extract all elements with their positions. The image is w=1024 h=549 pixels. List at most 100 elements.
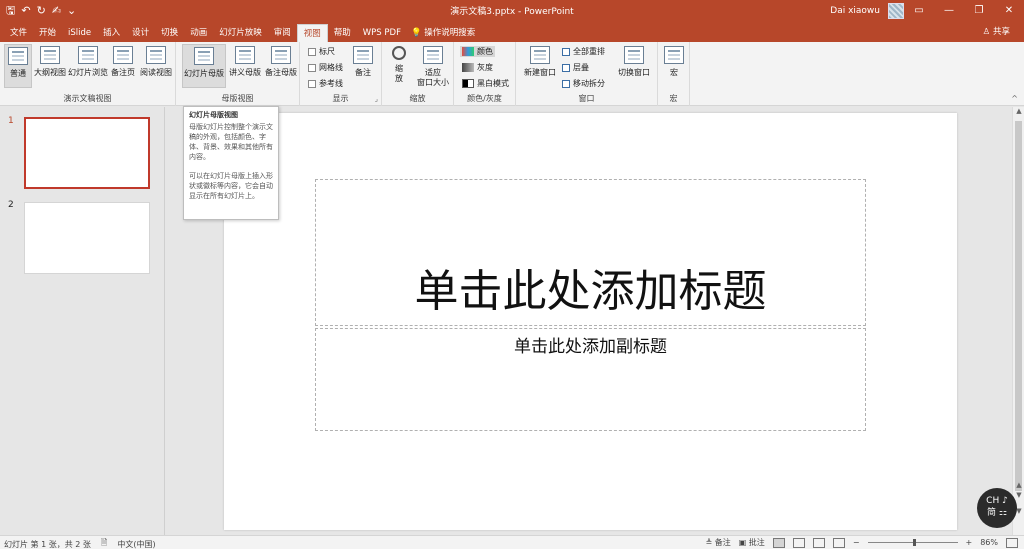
tab-wps-pdf[interactable]: WPS PDF: [357, 24, 407, 42]
scroll-up-icon[interactable]: ▲: [1013, 107, 1024, 117]
ribbon-display-options-icon[interactable]: ▭: [904, 0, 934, 22]
slide-canvas[interactable]: 单击此处添加标题 单击此处添加副标题: [224, 113, 957, 530]
notes-page-icon: [113, 46, 133, 64]
color-label: 颜色: [477, 47, 493, 56]
share-button[interactable]: ♙ 共享: [983, 25, 1010, 37]
zoom-slider-thumb[interactable]: [912, 539, 916, 546]
handout-master-button[interactable]: 讲义母版: [228, 44, 262, 88]
fit-slide-icon[interactable]: [1006, 537, 1018, 548]
outline-view-icon: [40, 46, 60, 64]
reading-view-button[interactable]: 阅读视图: [139, 44, 173, 88]
minimize-button[interactable]: —: [934, 0, 964, 22]
color-swatch-icon: [462, 47, 474, 56]
guides-checkbox[interactable]: 参考线: [308, 78, 343, 89]
tab-islide[interactable]: iSlide: [62, 24, 97, 42]
status-bar: 幻灯片 第 1 张，共 2 张 🗎 中文(中国) ≜ 备注 ▣ 批注 − + 8…: [0, 535, 1024, 549]
user-name[interactable]: Dai xiaowu: [830, 6, 880, 16]
slide-thumbnail-1[interactable]: [24, 117, 150, 189]
macros-icon: [664, 46, 684, 64]
grayscale-option[interactable]: 灰度: [462, 62, 493, 73]
tab-insert[interactable]: 插入: [97, 24, 126, 42]
dialog-launcher-icon[interactable]: ⌟: [375, 95, 378, 103]
ime-indicator[interactable]: CH ♪ 简 ⚏: [977, 488, 1017, 528]
vertical-scrollbar[interactable]: ▲ ▲ ▼ ▼: [1012, 107, 1024, 535]
slide-counter: 幻灯片 第 1 张，共 2 张: [4, 539, 91, 549]
language-indicator[interactable]: 中文(中国): [117, 539, 155, 549]
status-right: ≜ 备注 ▣ 批注 − + 86%: [705, 537, 1018, 548]
tooltip-paragraph: 母版幻灯片控制整个演示文稿的外观，包括颜色、字体、背景、效果和其他所有内容。: [189, 123, 273, 161]
tab-home[interactable]: 开始: [33, 24, 62, 42]
cascade-button[interactable]: 层叠: [562, 62, 589, 73]
black-white-swatch-icon: [462, 79, 474, 88]
tab-view[interactable]: 视图: [296, 24, 328, 42]
tab-design[interactable]: 设计: [126, 24, 155, 42]
fit-to-window-button[interactable]: 适应 窗口大小: [414, 44, 452, 88]
tab-review[interactable]: 审阅: [268, 24, 297, 42]
reading-view-label: 阅读视图: [140, 68, 172, 77]
powerpoint-window: 🖫 ↶ ↻ ✍ ⌄ 演示文稿3.pptx - PowerPoint Dai xi…: [0, 0, 1024, 549]
move-split-icon: [562, 79, 570, 88]
scrollbar-thumb[interactable]: [1015, 121, 1022, 491]
slide-thumbnail-2[interactable]: [24, 202, 150, 274]
slide-sorter-icon[interactable]: [792, 537, 805, 548]
slide-sorter-icon: [78, 46, 98, 64]
tab-help[interactable]: 帮助: [328, 24, 357, 42]
slide-sorter-label: 幻灯片浏览: [68, 68, 108, 77]
move-split-button[interactable]: 移动拆分: [562, 78, 605, 89]
ribbon-tabs: 文件 开始 iSlide 插入 设计 切换 动画 幻灯片放映 审阅 视图 帮助 …: [0, 22, 1024, 42]
cascade-label: 层叠: [573, 63, 589, 72]
checkbox[interactable]: [308, 47, 316, 56]
restore-button[interactable]: ❐: [964, 0, 994, 22]
ruler-checkbox[interactable]: 标尺: [308, 46, 335, 57]
user-area: Dai xiaowu: [830, 3, 904, 19]
checkbox[interactable]: [308, 63, 316, 72]
macros-button[interactable]: 宏: [662, 44, 686, 88]
new-window-button[interactable]: 新建窗口: [520, 44, 560, 88]
grayscale-swatch-icon: [462, 63, 474, 72]
tell-me-search[interactable]: 💡 操作说明搜索: [407, 24, 475, 42]
close-button[interactable]: ✕: [994, 0, 1024, 22]
color-option[interactable]: 颜色: [460, 46, 495, 57]
notes-page-label: 备注页: [111, 68, 135, 77]
tab-file[interactable]: 文件: [4, 24, 33, 42]
notes-master-button[interactable]: 备注母版: [264, 44, 298, 88]
zoom-slider[interactable]: [867, 539, 958, 546]
normal-view-icon[interactable]: [772, 537, 785, 548]
scroll-up-page-icon[interactable]: ▲: [1013, 481, 1024, 491]
slide-sorter-button[interactable]: 幻灯片浏览: [68, 44, 108, 88]
reading-view-icon[interactable]: [812, 537, 825, 548]
slide-master-button[interactable]: 幻灯片母版: [182, 44, 226, 88]
checkbox[interactable]: [308, 79, 316, 88]
group-window: 新建窗口 全部重排 层叠 移动拆分 切换窗口 窗口: [516, 42, 658, 106]
tab-slideshow[interactable]: 幻灯片放映: [213, 24, 268, 42]
outline-view-button[interactable]: 大纲视图: [34, 44, 66, 88]
switch-windows-label: 切换窗口: [618, 68, 650, 77]
slide-number: 1: [8, 116, 14, 126]
zoom-out-icon[interactable]: −: [853, 538, 860, 547]
notes-button[interactable]: 备注: [350, 44, 376, 88]
arrange-all-button[interactable]: 全部重排: [562, 46, 605, 57]
zoom-button[interactable]: 缩 放: [386, 44, 412, 88]
spellcheck-icon[interactable]: 🗎: [101, 537, 107, 549]
collapse-ribbon-icon[interactable]: ^: [1011, 94, 1018, 103]
slide-master-label: 幻灯片母版: [184, 69, 224, 78]
avatar[interactable]: [888, 3, 904, 19]
zoom-in-icon[interactable]: +: [966, 538, 973, 547]
zoom-level[interactable]: 86%: [980, 538, 998, 547]
slideshow-icon[interactable]: [832, 537, 845, 548]
gridlines-checkbox[interactable]: 网格线: [308, 62, 343, 73]
ime-mode: CH ♪: [986, 496, 1008, 506]
normal-view-button[interactable]: 普通: [4, 44, 32, 88]
tab-transitions[interactable]: 切换: [155, 24, 184, 42]
title-placeholder[interactable]: 单击此处添加标题: [315, 179, 866, 326]
switch-windows-button[interactable]: 切换窗口: [614, 44, 654, 88]
group-zoom: 缩 放 适应 窗口大小 缩放: [382, 42, 454, 106]
tab-animations[interactable]: 动画: [184, 24, 213, 42]
notes-page-button[interactable]: 备注页: [110, 44, 136, 88]
subtitle-placeholder[interactable]: 单击此处添加副标题: [315, 328, 866, 431]
notes-toggle[interactable]: ≜ 备注: [705, 537, 730, 548]
title-placeholder-text: 单击此处添加标题: [414, 266, 767, 317]
black-white-option[interactable]: 黑白模式: [462, 78, 509, 89]
ruler-label: 标尺: [319, 47, 335, 56]
comments-toggle[interactable]: ▣ 批注: [739, 537, 765, 548]
